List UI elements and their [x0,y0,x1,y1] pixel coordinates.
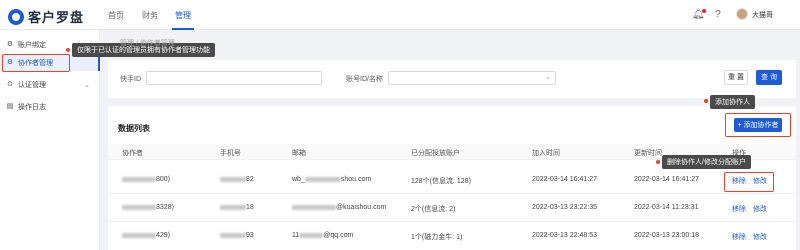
column-header: 更新时间 [634,150,662,157]
column-header: 已分配投放账户 [411,150,460,157]
updated-time-cell: 2022-03-14 16:41:27 [634,176,699,183]
kuaishou-id-label: 快手ID [120,76,141,83]
sidebar-item-label: 操作日志 [18,104,46,111]
collaborator-cell: 429) [122,232,170,239]
nav-finance[interactable]: 财务 [142,10,158,21]
sidebar-item-certification[interactable]: ⊙ 认证管理 ⌄ [0,77,100,93]
avatar[interactable] [736,8,748,20]
joined-time-cell: 2022-03-13 23:22:35 [532,204,597,211]
username[interactable]: 大猫哥 [752,10,773,20]
phone-cell: 82 [220,176,254,183]
joined-time-cell: 2022-03-13 22:48:53 [532,232,597,239]
chevron-down-icon: ⌄ [84,82,90,89]
top-navbar: 客户罗盘 首页 财务 管理 🔔︎ ? 大猫哥 [0,0,800,30]
app-logo[interactable]: 客户罗盘 [8,7,84,26]
accounts-cell: 128个(信息流: 128) [411,178,471,185]
filter-card: 快手ID 账号ID/名称 ⌄ 重 置 查 询 [108,60,796,98]
highlight-box-operations [724,172,774,192]
account-id-label: 账号ID/名称 [346,76,383,83]
column-header: 邮箱 [292,150,306,157]
kuaishou-id-input[interactable] [146,71,322,85]
breadcrumb-parent[interactable]: 管理 [120,40,134,47]
data-list-card: 数据列表 + 添加协作者 协作者 手机号 邮箱 已分配投放账户 加入时间 更新时… [108,106,796,250]
table-row: 429) 93 11 @qq.com 1个(磁力金牛: 1) 2022-03-13… [108,222,796,250]
phone-cell: 18 [220,204,254,211]
nav-active-indicator [172,28,194,30]
remove-link[interactable]: 移除 [732,232,746,242]
phone-cell: 93 [220,232,254,239]
collaborator-cell: 3328) [122,204,174,211]
breadcrumb-current: 协作者管理 [139,40,175,47]
log-icon: ▤ [6,103,14,110]
accounts-cell: 1个(磁力金牛: 1) [411,234,463,241]
notification-dot [702,9,706,13]
sidebar-item-label: 账户绑定 [18,42,46,49]
chevron-down-icon: ⌄ [545,74,551,81]
sidebar-item-operation-log[interactable]: ▤ 操作日志 [0,99,100,115]
updated-time-cell: 2022-03-14 11:23:31 [634,204,699,211]
table-row: 800) 82 wb_ shou.com 128个(信息流: 128) 2022-… [108,166,796,194]
sidebar-item-label: 认证管理 [18,82,46,89]
collaborator-cell: 800) [122,176,170,183]
tooltip-marker [704,99,708,103]
updated-time-cell: 2022-03-13 23:00:18 [634,232,699,239]
email-cell: 11 @qq.com [292,232,354,239]
tooltip-add: 添加协作人 [710,95,755,109]
list-title: 数据列表 [118,124,150,133]
remove-link[interactable]: 移除 [732,204,746,214]
table-row: 3328) 18 @kuaishou.com 2个(信息流: 2) 2022-0… [108,194,796,222]
tooltip-marker [66,48,70,52]
help-icon[interactable]: ? [712,9,724,21]
nav-manage[interactable]: 管理 [175,10,191,21]
breadcrumb-separator: / [135,40,138,47]
tooltip-marker [656,160,660,164]
email-cell: @kuaishou.com [292,204,386,211]
search-button[interactable]: 查 询 [756,70,782,85]
app-logo-text: 客户罗盘 [28,10,85,25]
column-header: 协作者 [122,150,143,157]
account-id-select[interactable]: ⌄ [388,71,556,85]
check-circle-icon: ⊙ [7,81,13,88]
accounts-cell: 2个(信息流: 2) [411,206,456,213]
column-header: 手机号 [220,150,241,157]
joined-time-cell: 2022-03-14 16:41:27 [532,176,597,183]
compass-logo-icon [8,8,24,25]
reset-button[interactable]: 重 置 [724,70,748,85]
column-header: 加入时间 [532,150,560,157]
gear-icon: ⚙ [6,41,14,48]
sidebar-active-indicator [98,55,100,71]
tooltip-edit: 删除协作人/修改分配账户 [662,155,751,169]
breadcrumb: 管理 / 协作者管理 [120,38,175,48]
highlight-box-sidebar [2,54,70,72]
modify-link[interactable]: 修改 [753,204,767,214]
nav-home[interactable]: 首页 [108,10,124,21]
modify-link[interactable]: 修改 [753,232,767,242]
email-cell: wb_ shou.com [292,176,372,183]
highlight-box-add [725,113,791,137]
